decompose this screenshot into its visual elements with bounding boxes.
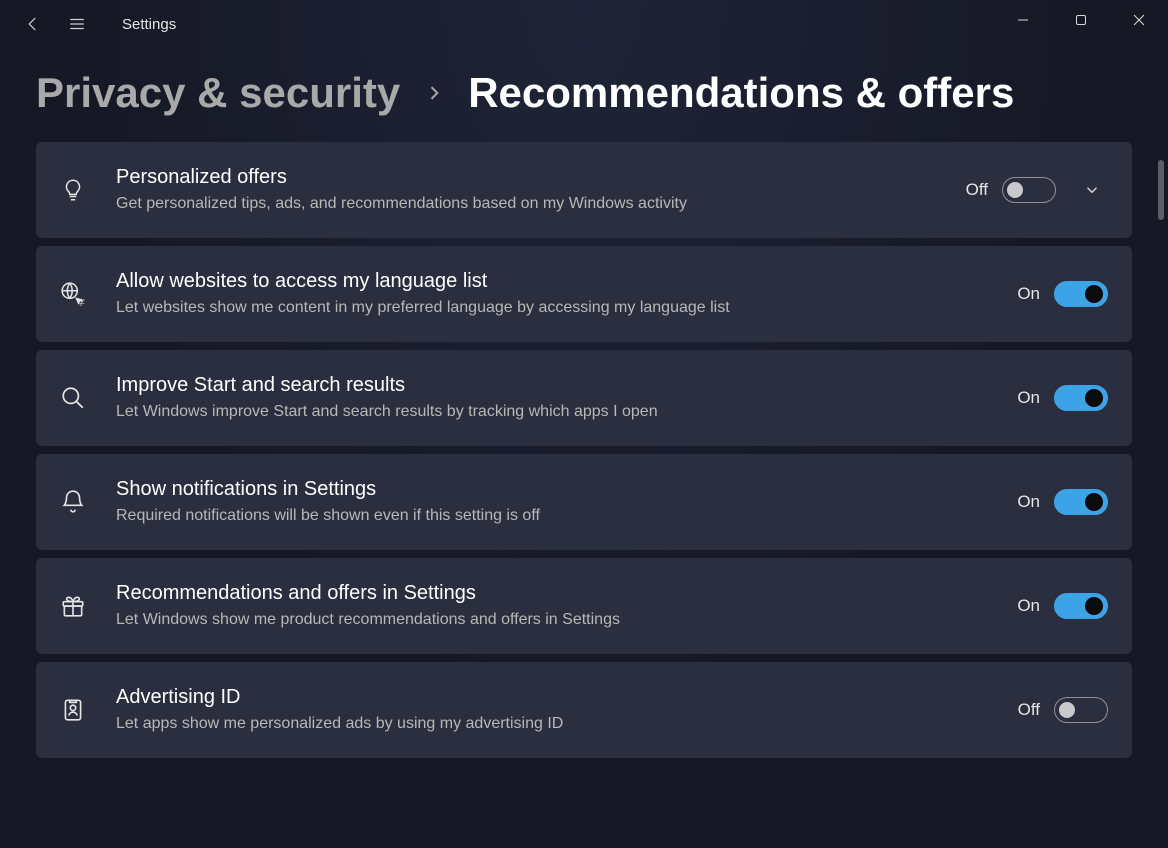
toggle-state-label: Off	[966, 180, 988, 200]
setting-personalized-offers[interactable]: Personalized offers Get personalized tip…	[36, 142, 1132, 238]
chevron-right-icon	[424, 83, 444, 103]
setting-title: Allow websites to access my language lis…	[116, 270, 989, 293]
lightbulb-icon	[58, 175, 88, 205]
hamburger-menu-icon[interactable]	[68, 15, 86, 33]
bell-icon	[58, 487, 88, 517]
toggle-switch[interactable]	[1002, 177, 1056, 203]
app-title: Settings	[122, 16, 176, 33]
toggle-switch[interactable]	[1054, 489, 1108, 515]
setting-title: Improve Start and search results	[116, 374, 989, 397]
toggle-state-label: On	[1017, 388, 1040, 408]
gift-icon	[58, 591, 88, 621]
toggle-state-label: Off	[1018, 700, 1040, 720]
toggle-state-label: On	[1017, 596, 1040, 616]
setting-title: Recommendations and offers in Settings	[116, 582, 989, 605]
toggle-switch[interactable]	[1054, 697, 1108, 723]
setting-advertising-id[interactable]: Advertising ID Let apps show me personal…	[36, 662, 1132, 758]
setting-desc: Get personalized tips, ads, and recommen…	[116, 193, 938, 215]
setting-desc: Let websites show me content in my prefe…	[116, 297, 989, 319]
setting-improve-search[interactable]: Improve Start and search results Let Win…	[36, 350, 1132, 446]
setting-desc: Let Windows show me product recommendati…	[116, 609, 989, 631]
setting-title: Show notifications in Settings	[116, 478, 989, 501]
toggle-switch[interactable]	[1054, 281, 1108, 307]
setting-title: Personalized offers	[116, 166, 938, 189]
maximize-button[interactable]	[1052, 0, 1110, 40]
chevron-down-icon[interactable]	[1076, 174, 1108, 206]
minimize-button[interactable]	[994, 0, 1052, 40]
globe-language-icon: 字	[58, 279, 88, 309]
setting-desc: Required notifications will be shown eve…	[116, 505, 989, 527]
setting-desc: Let apps show me personalized ads by usi…	[116, 713, 990, 735]
toggle-state-label: On	[1017, 284, 1040, 304]
breadcrumb-parent[interactable]: Privacy & security	[36, 72, 400, 114]
scrollbar-thumb[interactable]	[1158, 160, 1164, 220]
setting-notifications[interactable]: Show notifications in Settings Required …	[36, 454, 1132, 550]
toggle-switch[interactable]	[1054, 385, 1108, 411]
setting-desc: Let Windows improve Start and search res…	[116, 401, 989, 423]
search-icon	[58, 383, 88, 413]
svg-text:字: 字	[77, 297, 85, 307]
close-button[interactable]	[1110, 0, 1168, 40]
setting-title: Advertising ID	[116, 686, 990, 709]
breadcrumb: Privacy & security Recommendations & off…	[0, 48, 1168, 142]
setting-language-list[interactable]: 字 Allow websites to access my language l…	[36, 246, 1132, 342]
page-title: Recommendations & offers	[468, 72, 1014, 114]
id-card-icon	[58, 695, 88, 725]
setting-recommendations-in-settings[interactable]: Recommendations and offers in Settings L…	[36, 558, 1132, 654]
settings-list: Personalized offers Get personalized tip…	[0, 142, 1168, 832]
toggle-switch[interactable]	[1054, 593, 1108, 619]
titlebar: Settings	[0, 0, 1168, 48]
toggle-state-label: On	[1017, 492, 1040, 512]
back-button[interactable]	[24, 15, 42, 33]
window-controls	[994, 0, 1168, 40]
